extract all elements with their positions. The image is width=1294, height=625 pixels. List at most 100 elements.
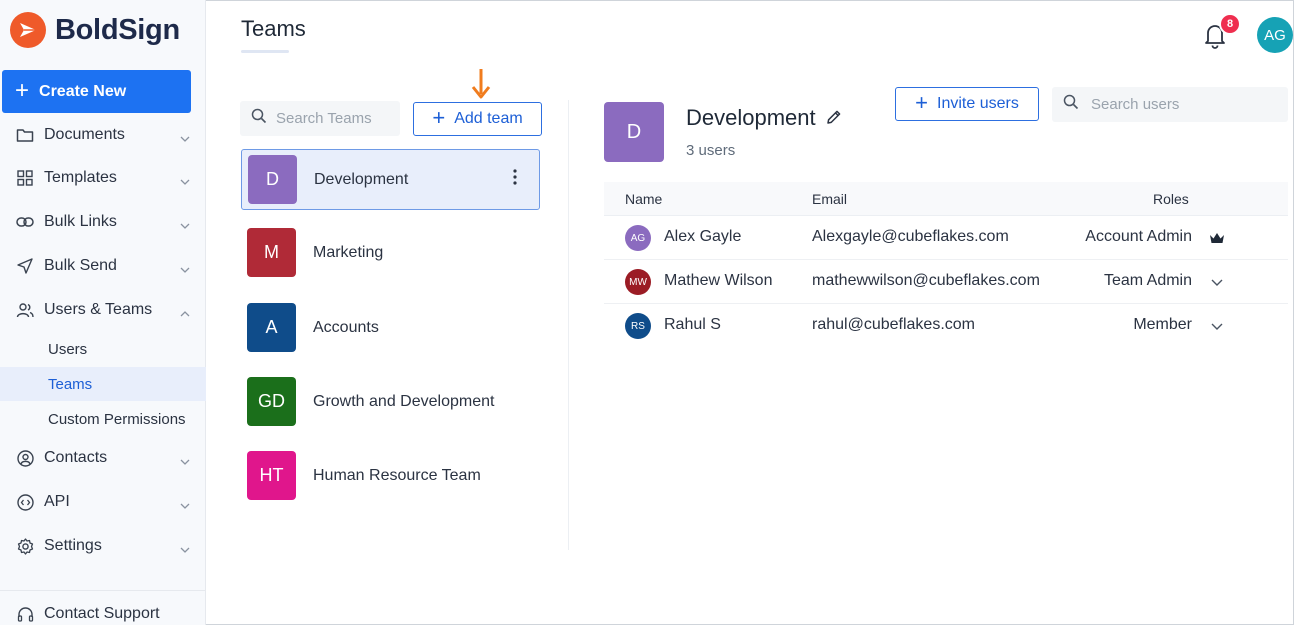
folder-icon: [16, 126, 34, 144]
sidebar-item-label: Users & Teams: [44, 301, 153, 318]
panel-divider: [568, 100, 569, 550]
sidebar-item-bulk-links[interactable]: Bulk Links: [0, 202, 206, 242]
user-role: Account Admin: [1085, 228, 1192, 245]
team-item-marketing[interactable]: M Marketing: [241, 222, 540, 283]
search-icon: [251, 108, 267, 129]
team-name: Accounts: [313, 318, 379, 336]
chevron-up-icon: [180, 304, 190, 322]
sidebar-item-documents[interactable]: Documents: [0, 115, 206, 155]
team-avatar: A: [247, 303, 296, 352]
add-team-button[interactable]: + Add team: [413, 102, 542, 136]
team-item-growth-and-development[interactable]: GD Growth and Development: [241, 371, 540, 432]
create-new-button[interactable]: + Create New: [2, 70, 191, 113]
user-name: Rahul S: [664, 316, 721, 333]
column-header-roles: Roles: [1153, 191, 1189, 207]
sidebar-item-label: API: [44, 493, 70, 510]
sidebar-item-label: Contact Support: [44, 605, 160, 622]
arrow-down-icon: [471, 69, 491, 99]
team-detail-avatar: D: [604, 102, 664, 162]
sidebar-item-bulk-send[interactable]: Bulk Send: [0, 246, 206, 286]
search-teams-field[interactable]: [240, 101, 400, 136]
search-icon: [1063, 94, 1079, 115]
sidebar-item-contacts[interactable]: Contacts: [0, 438, 206, 478]
edit-pencil-icon[interactable]: [826, 105, 842, 131]
team-avatar: D: [248, 155, 297, 204]
headset-icon: [16, 605, 34, 623]
contact-icon: [16, 449, 34, 467]
sidebar-subitem-teams[interactable]: Teams: [0, 367, 206, 401]
search-users-field[interactable]: [1052, 87, 1288, 122]
sidebar-item-label: Documents: [44, 126, 125, 143]
link-icon: [16, 213, 34, 231]
sidebar-item-contact-support[interactable]: Contact Support: [0, 594, 206, 625]
team-item-accounts[interactable]: A Accounts: [241, 297, 540, 358]
sidebar-item-label: Templates: [44, 169, 117, 186]
title-underline: [241, 50, 289, 53]
avatar: RS: [625, 313, 651, 339]
table-row[interactable]: AG Alex Gayle Alexgayle@cubeflakes.com A…: [604, 216, 1288, 260]
team-user-count: 3 users: [686, 142, 736, 159]
user-role: Member: [1133, 316, 1192, 333]
table-row[interactable]: MW Mathew Wilson mathewwilson@cubeflakes…: [604, 260, 1288, 304]
chevron-down-icon[interactable]: [1208, 273, 1226, 291]
column-header-email: Email: [812, 191, 848, 207]
grid-icon: [16, 169, 34, 187]
search-users-input[interactable]: [1091, 96, 1201, 113]
user-email: mathewwilson@cubeflakes.com: [812, 272, 1040, 289]
team-name: Growth and Development: [313, 392, 495, 410]
column-header-name: Name: [625, 191, 663, 207]
chevron-down-icon: [180, 129, 190, 147]
boldsign-logo-icon: [10, 12, 46, 48]
user-email: rahul@cubeflakes.com: [812, 316, 975, 333]
plus-icon: +: [915, 90, 929, 115]
sidebar-item-label: Settings: [44, 537, 102, 554]
team-detail-name: Development: [686, 105, 816, 130]
brand-logo[interactable]: BoldSign: [10, 12, 180, 48]
sidebar-subitem-custom-permissions[interactable]: Custom Permissions: [0, 402, 206, 436]
chevron-down-icon: [180, 216, 190, 234]
user-name: Alex Gayle: [664, 228, 742, 245]
user-name: Mathew Wilson: [664, 272, 773, 289]
team-avatar: HT: [247, 451, 296, 500]
user-role: Team Admin: [1103, 272, 1192, 289]
team-detail-header: Development: [686, 105, 842, 131]
more-options-icon[interactable]: [513, 169, 517, 190]
crown-icon: [1208, 229, 1226, 247]
sidebar-divider: [0, 590, 206, 591]
sidebar-item-settings[interactable]: Settings: [0, 526, 206, 566]
chevron-down-icon: [180, 172, 190, 190]
avatar: AG: [625, 225, 651, 251]
search-teams-input[interactable]: [276, 110, 386, 127]
plus-icon: +: [15, 76, 30, 104]
sidebar-item-label: Bulk Links: [44, 213, 117, 230]
page-title: Teams: [241, 16, 306, 41]
plus-icon: +: [432, 105, 446, 130]
table-row[interactable]: RS Rahul S rahul@cubeflakes.com Member: [604, 304, 1288, 348]
team-name: Marketing: [313, 243, 384, 261]
user-avatar[interactable]: AG: [1257, 17, 1293, 53]
add-team-label: Add team: [454, 110, 523, 127]
chevron-down-icon: [180, 260, 190, 278]
invite-users-button[interactable]: + Invite users: [895, 87, 1039, 121]
sidebar: BoldSign + Create New Documents Template…: [0, 0, 206, 625]
brand-name: BoldSign: [55, 13, 180, 46]
gear-icon: [16, 537, 34, 555]
user-email: Alexgayle@cubeflakes.com: [812, 228, 1009, 245]
team-item-development[interactable]: D Development: [241, 149, 540, 210]
chevron-down-icon[interactable]: [1208, 317, 1226, 335]
sidebar-item-label: Contacts: [44, 449, 108, 466]
chevron-down-icon: [180, 540, 190, 558]
users-table-header: Name Email Roles: [604, 182, 1288, 216]
sidebar-item-api[interactable]: API: [0, 482, 206, 522]
create-new-label: Create New: [39, 82, 127, 100]
team-item-human-resource-team[interactable]: HT Human Resource Team: [241, 445, 540, 506]
team-name: Development: [314, 170, 409, 188]
sidebar-item-templates[interactable]: Templates: [0, 158, 206, 198]
api-icon: [16, 493, 34, 511]
sidebar-item-users-teams[interactable]: Users & Teams: [0, 290, 206, 330]
sidebar-subitem-users[interactable]: Users: [0, 332, 206, 366]
avatar: MW: [625, 269, 651, 295]
team-avatar: M: [247, 228, 296, 277]
users-icon: [16, 301, 34, 319]
send-icon: [16, 257, 34, 275]
